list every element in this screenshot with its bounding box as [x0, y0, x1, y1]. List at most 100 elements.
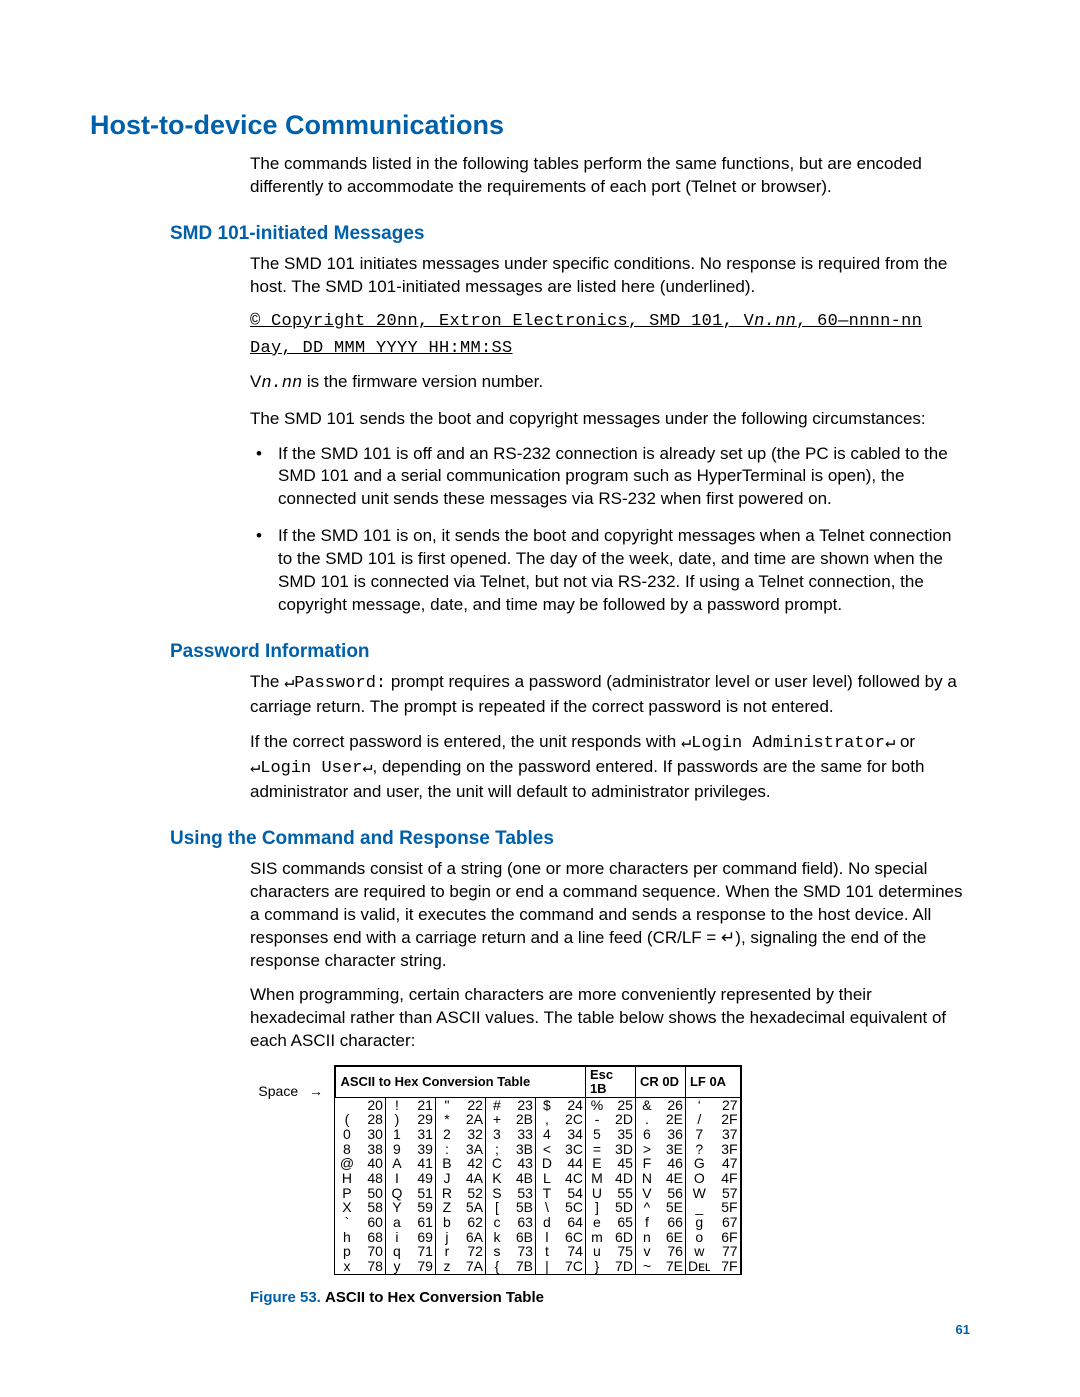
- hex-value: 33: [508, 1127, 536, 1142]
- ascii-char: m: [585, 1230, 608, 1245]
- hex-value: 4B: [508, 1171, 536, 1186]
- ascii-char: Dᴇʟ: [685, 1259, 712, 1274]
- ascii-char: -: [585, 1112, 608, 1127]
- table-row: h68i69j6Ak6Bl6Cm6Dn6Eo6F: [336, 1230, 740, 1245]
- ascii-char: M: [585, 1171, 608, 1186]
- hex-value: 68: [358, 1230, 386, 1245]
- hex-value: 27: [713, 1097, 741, 1112]
- hex-value: 7D: [608, 1259, 636, 1274]
- sec2-p1: The ↵Password: prompt requires a passwor…: [250, 671, 970, 719]
- ascii-char: /: [685, 1112, 712, 1127]
- ascii-char: b: [435, 1215, 458, 1230]
- ascii-hex-table: ASCII to Hex Conversion TableEsc 1BCR 0D…: [334, 1065, 741, 1275]
- ascii-char: e: [585, 1215, 608, 1230]
- ascii-char: Q: [385, 1186, 408, 1201]
- hex-value: 72: [458, 1244, 486, 1259]
- table-row: X58Y59Z5A[5B\5C]5D^5E_5F: [336, 1200, 740, 1215]
- ascii-char: [: [485, 1200, 508, 1215]
- hex-value: 78: [358, 1259, 386, 1274]
- hex-value: 61: [408, 1215, 436, 1230]
- ascii-char: @: [336, 1156, 358, 1171]
- table-extra: CR 0D: [635, 1067, 685, 1097]
- ascii-char: O: [685, 1171, 712, 1186]
- ascii-char: _: [685, 1200, 712, 1215]
- ascii-char: D: [535, 1156, 558, 1171]
- hex-value: 3F: [713, 1142, 741, 1157]
- ascii-char: l: [535, 1230, 558, 1245]
- table-row: (28)29*2A+2B,2C-2D.2E/2F: [336, 1112, 740, 1127]
- hex-value: 3C: [558, 1142, 586, 1157]
- ascii-char: v: [635, 1244, 658, 1259]
- hex-value: 7C: [558, 1259, 586, 1274]
- ascii-table-figure: Space → ASCII to Hex Conversion TableEsc…: [250, 1065, 970, 1275]
- hex-value: 79: [408, 1259, 436, 1274]
- ascii-char: s: [485, 1244, 508, 1259]
- hex-value: 46: [658, 1156, 686, 1171]
- ascii-char: 4: [535, 1127, 558, 1142]
- hex-value: 23: [508, 1097, 536, 1112]
- ascii-char: #: [485, 1097, 508, 1112]
- hex-value: 62: [458, 1215, 486, 1230]
- hex-value: 7E: [658, 1259, 686, 1274]
- ascii-char: n: [635, 1230, 658, 1245]
- ascii-char: :: [435, 1142, 458, 1157]
- ascii-char: L: [535, 1171, 558, 1186]
- intro-paragraph: The commands listed in the following tab…: [250, 153, 970, 199]
- sec3-p2: When programming, certain characters are…: [250, 984, 970, 1053]
- hex-value: 55: [608, 1186, 636, 1201]
- hex-value: 40: [358, 1156, 386, 1171]
- hex-value: 3A: [458, 1142, 486, 1157]
- return-icon: ↵: [250, 759, 260, 778]
- ascii-char: ~: [635, 1259, 658, 1274]
- hex-value: 4D: [608, 1171, 636, 1186]
- document-page: Host-to-device Communications The comman…: [0, 0, 1080, 1397]
- sec2-p2: If the correct password is entered, the …: [250, 731, 970, 804]
- hex-value: 34: [558, 1127, 586, 1142]
- ascii-char: y: [385, 1259, 408, 1274]
- ascii-char: x: [336, 1259, 358, 1274]
- ascii-char: &: [635, 1097, 658, 1112]
- ascii-char: J: [435, 1171, 458, 1186]
- hex-value: 44: [558, 1156, 586, 1171]
- ascii-char: X: [336, 1200, 358, 1215]
- hex-value: 5D: [608, 1200, 636, 1215]
- hex-value: 69: [408, 1230, 436, 1245]
- ascii-char: N: [635, 1171, 658, 1186]
- hex-value: 36: [658, 1127, 686, 1142]
- return-icon: ↵: [885, 734, 895, 753]
- ascii-char: {: [485, 1259, 508, 1274]
- hex-value: 71: [408, 1244, 436, 1259]
- hex-value: 3D: [608, 1142, 636, 1157]
- ascii-char: <: [535, 1142, 558, 1157]
- ascii-char: W: [685, 1186, 712, 1201]
- return-icon: ↵: [362, 759, 372, 778]
- ascii-char: V: [635, 1186, 658, 1201]
- ascii-char: ,: [535, 1112, 558, 1127]
- ascii-char: ^: [635, 1200, 658, 1215]
- copyright-message-line2: Day, DD MMM YYYY HH:MM:SS: [250, 338, 970, 361]
- return-icon: ↵: [284, 674, 294, 693]
- table-row: p70q71r72s73t74u75v76w77: [336, 1244, 740, 1259]
- hex-value: 4E: [658, 1171, 686, 1186]
- hex-value: 48: [358, 1171, 386, 1186]
- table-row: H48I49J4AK4BL4CM4DN4EO4F: [336, 1171, 740, 1186]
- page-number: 61: [956, 1322, 970, 1337]
- ascii-char: 0: [336, 1127, 358, 1142]
- hex-value: 38: [358, 1142, 386, 1157]
- hex-value: 66: [658, 1215, 686, 1230]
- table-row: @40A41B42C43D44E45F46G47: [336, 1156, 740, 1171]
- ascii-char: z: [435, 1259, 458, 1274]
- hex-value: 41: [408, 1156, 436, 1171]
- hex-value: 4F: [713, 1171, 741, 1186]
- hex-value: 53: [508, 1186, 536, 1201]
- ascii-char: F: [635, 1156, 658, 1171]
- ascii-char: A: [385, 1156, 408, 1171]
- ascii-char: }: [585, 1259, 608, 1274]
- hex-value: 47: [713, 1156, 741, 1171]
- hex-value: 31: [408, 1127, 436, 1142]
- ascii-char: +: [485, 1112, 508, 1127]
- return-icon: ↵: [681, 734, 691, 753]
- ascii-char: H: [336, 1171, 358, 1186]
- hex-value: 26: [658, 1097, 686, 1112]
- sec1-p3: The SMD 101 sends the boot and copyright…: [250, 408, 970, 431]
